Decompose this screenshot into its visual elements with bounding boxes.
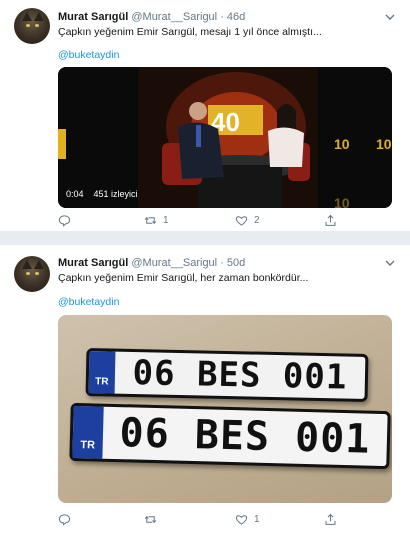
video-views: 451 izleyici bbox=[93, 189, 138, 199]
svg-text:10: 10 bbox=[334, 195, 350, 208]
timeline-divider bbox=[0, 232, 410, 244]
author-name[interactable]: Murat Sarıgül bbox=[58, 11, 128, 23]
plate-country: TR bbox=[80, 439, 96, 452]
svg-text:10: 10 bbox=[334, 136, 350, 152]
tweet-header: Murat Sarıgül @Murat__Sarigul · 46d bbox=[58, 10, 245, 24]
share-icon bbox=[325, 513, 336, 525]
like-button[interactable]: 1 bbox=[235, 513, 260, 526]
mention-link[interactable]: @buketaydin bbox=[58, 295, 119, 309]
heart-icon bbox=[235, 515, 248, 525]
separator: · bbox=[220, 257, 224, 269]
author-handle[interactable]: @Murat__Sarigul bbox=[131, 11, 217, 23]
retweet-count: 1 bbox=[163, 215, 169, 226]
tweet-actions: 1 bbox=[58, 513, 358, 529]
retweet-icon bbox=[144, 515, 157, 524]
video-player[interactable]: 40 10 10 10 0:04 451 izleyici bbox=[58, 67, 392, 208]
plate-country-strip: TR bbox=[72, 405, 104, 459]
tweet-2[interactable]: Murat Sarıgül @Murat__Sarigul · 50d Çapk… bbox=[0, 244, 410, 552]
tweet-1[interactable]: Murat Sarıgül @Murat__Sarigul · 46d Çapk… bbox=[0, 0, 410, 232]
share-icon bbox=[325, 214, 336, 226]
avatar[interactable] bbox=[14, 256, 50, 292]
retweet-icon bbox=[144, 216, 157, 225]
heart-icon bbox=[235, 216, 248, 226]
video-time: 0:04 bbox=[66, 189, 84, 199]
plate-country-strip: TR bbox=[88, 351, 116, 394]
reply-button[interactable] bbox=[58, 513, 77, 526]
tweet-actions: 1 2 bbox=[58, 214, 358, 230]
chevron-down-icon[interactable] bbox=[384, 11, 396, 23]
author-handle[interactable]: @Murat__Sarigul bbox=[131, 257, 217, 269]
svg-text:10: 10 bbox=[376, 136, 392, 152]
tweet-text: Çapkın yeğenim Emir Sarıgül, her zaman b… bbox=[58, 272, 309, 284]
share-button[interactable] bbox=[324, 214, 343, 227]
author-name[interactable]: Murat Sarıgül bbox=[58, 257, 128, 269]
reply-button[interactable] bbox=[58, 214, 77, 227]
like-button[interactable]: 2 bbox=[235, 214, 260, 227]
license-plate: TR 06 BES 001 bbox=[85, 348, 369, 402]
retweet-button[interactable] bbox=[144, 513, 163, 526]
reply-icon bbox=[58, 514, 71, 526]
tweet-text: Çapkın yeğenim Emir Sarıgül, mesajı 1 yı… bbox=[58, 26, 322, 38]
like-count: 2 bbox=[254, 215, 260, 226]
mention-link[interactable]: @buketaydin bbox=[58, 48, 119, 62]
tweet-header: Murat Sarıgül @Murat__Sarigul · 50d bbox=[58, 256, 245, 270]
photo[interactable]: TR 06 BES 001 TR 06 BES 001 bbox=[58, 315, 392, 503]
tweet-age[interactable]: 50d bbox=[227, 257, 245, 269]
avatar[interactable] bbox=[14, 8, 50, 44]
license-plate: TR 06 BES 001 bbox=[69, 402, 391, 470]
tweet-age[interactable]: 46d bbox=[227, 11, 245, 23]
separator: · bbox=[220, 11, 224, 23]
plate-country: TR bbox=[95, 376, 109, 388]
reply-icon bbox=[58, 215, 71, 227]
chevron-down-icon[interactable] bbox=[384, 257, 396, 269]
plate-number: 06 BES 001 bbox=[119, 410, 371, 463]
like-count: 1 bbox=[254, 514, 260, 525]
retweet-button[interactable]: 1 bbox=[144, 214, 169, 227]
video-overlay: 0:04 451 izleyici bbox=[66, 189, 138, 199]
video-frame: 40 10 10 10 bbox=[58, 67, 392, 208]
plate-number: 06 BES 001 bbox=[132, 353, 348, 398]
share-button[interactable] bbox=[324, 513, 343, 526]
